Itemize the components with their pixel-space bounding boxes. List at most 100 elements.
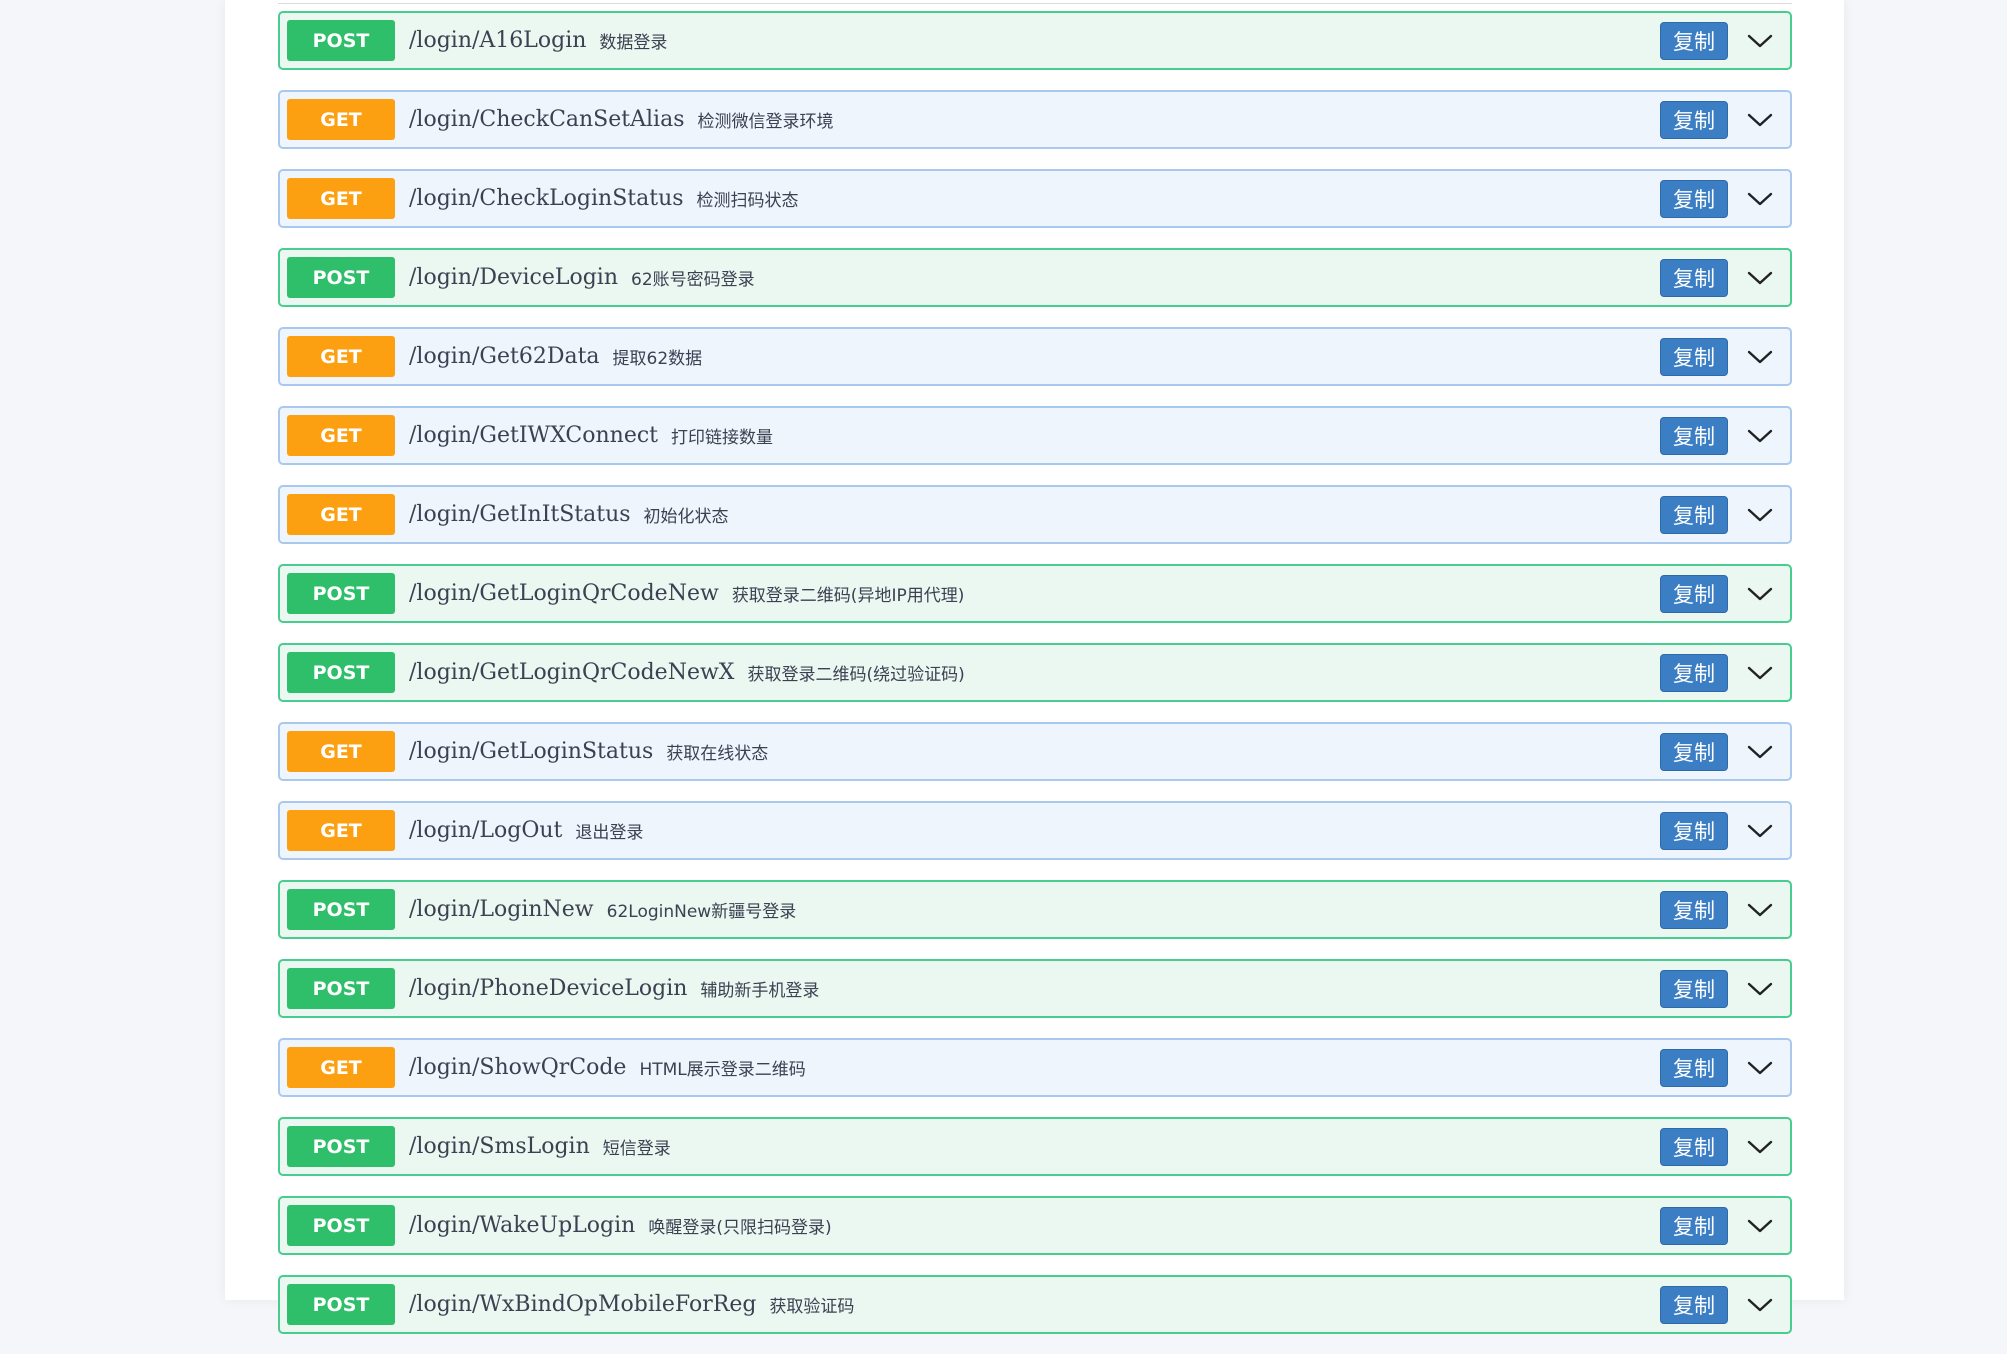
operation-row-checkloginstatus[interactable]: GET/login/CheckLoginStatus 检测扫码状态 复制 <box>278 169 1792 228</box>
operation-row-smslogin[interactable]: POST/login/SmsLogin 短信登录 复制 <box>278 1117 1792 1176</box>
endpoint-path[interactable]: /login/PhoneDeviceLogin <box>409 976 687 1001</box>
operation-row-a16login[interactable]: POST/login/A16Login 数据登录 复制 <box>278 11 1792 70</box>
section-divider <box>278 3 1792 4</box>
chevron-down-icon[interactable] <box>1740 179 1780 219</box>
operation-row-loginnew[interactable]: POST/login/LoginNew 62LoginNew新疆号登录 复制 <box>278 880 1792 939</box>
copy-button[interactable]: 复制 <box>1660 1285 1728 1324</box>
operation-row-phonedevicelogin[interactable]: POST/login/PhoneDeviceLogin 辅助新手机登录 复制 <box>278 959 1792 1018</box>
endpoint-path[interactable]: /login/WakeUpLogin <box>409 1213 635 1238</box>
chevron-down-icon[interactable] <box>1740 890 1780 930</box>
chevron-down-icon[interactable] <box>1740 416 1780 456</box>
endpoint-path[interactable]: /login/LoginNew <box>409 897 594 922</box>
copy-button[interactable]: 复制 <box>1660 258 1728 297</box>
http-method-badge: GET <box>287 731 395 772</box>
endpoint-summary: 62账号密码登录 <box>631 270 755 290</box>
endpoint-path[interactable]: /login/SmsLogin <box>409 1134 590 1159</box>
http-method-badge: GET <box>287 1047 395 1088</box>
copy-button[interactable]: 复制 <box>1660 100 1728 139</box>
copy-button[interactable]: 复制 <box>1660 179 1728 218</box>
endpoint-path[interactable]: /login/GetInItStatus <box>409 502 631 527</box>
endpoint-summary: 62LoginNew新疆号登录 <box>606 902 797 922</box>
endpoint-summary: 退出登录 <box>575 823 644 843</box>
http-method-badge: POST <box>287 1126 395 1167</box>
endpoint-path[interactable]: /login/DeviceLogin <box>409 265 618 290</box>
endpoint-summary: HTML展示登录二维码 <box>639 1060 806 1080</box>
http-method-badge: POST <box>287 1284 395 1325</box>
endpoint-path[interactable]: /login/GetIWXConnect <box>409 423 658 448</box>
operation-row-getiwxconnect[interactable]: GET/login/GetIWXConnect 打印链接数量 复制 <box>278 406 1792 465</box>
chevron-down-icon[interactable] <box>1740 100 1780 140</box>
endpoint-summary: 打印链接数量 <box>671 428 774 448</box>
copy-button[interactable]: 复制 <box>1660 811 1728 850</box>
endpoint-summary: 数据登录 <box>599 33 668 53</box>
operation-row-wxbindopmobileforreg[interactable]: POST/login/WxBindOpMobileForReg 获取验证码 复制 <box>278 1275 1792 1334</box>
chevron-down-icon[interactable] <box>1740 337 1780 377</box>
copy-button[interactable]: 复制 <box>1660 1206 1728 1245</box>
endpoint-path[interactable]: /login/GetLoginQrCodeNew <box>409 581 719 606</box>
operation-row-checkcansetalias[interactable]: GET/login/CheckCanSetAlias 检测微信登录环境 复制 <box>278 90 1792 149</box>
chevron-down-icon[interactable] <box>1740 969 1780 1009</box>
copy-button[interactable]: 复制 <box>1660 416 1728 455</box>
http-method-badge: POST <box>287 20 395 61</box>
copy-button[interactable]: 复制 <box>1660 21 1728 60</box>
copy-button[interactable]: 复制 <box>1660 732 1728 771</box>
copy-button[interactable]: 复制 <box>1660 890 1728 929</box>
endpoint-path[interactable]: /login/CheckLoginStatus <box>409 186 684 211</box>
copy-button[interactable]: 复制 <box>1660 1127 1728 1166</box>
endpoint-summary: 检测扫码状态 <box>696 191 799 211</box>
operation-row-showqrcode[interactable]: GET/login/ShowQrCode HTML展示登录二维码 复制 <box>278 1038 1792 1097</box>
chevron-down-icon[interactable] <box>1740 1127 1780 1167</box>
endpoint-path[interactable]: /login/ShowQrCode <box>409 1055 626 1080</box>
http-method-badge: POST <box>287 889 395 930</box>
chevron-down-icon[interactable] <box>1740 574 1780 614</box>
http-method-badge: GET <box>287 810 395 851</box>
endpoint-summary: 获取在线状态 <box>666 744 769 764</box>
operation-row-devicelogin[interactable]: POST/login/DeviceLogin 62账号密码登录 复制 <box>278 248 1792 307</box>
operation-row-getloginqrcodenew[interactable]: POST/login/GetLoginQrCodeNew 获取登录二维码(异地IP… <box>278 564 1792 623</box>
http-method-badge: POST <box>287 652 395 693</box>
copy-button[interactable]: 复制 <box>1660 653 1728 692</box>
http-method-badge: GET <box>287 494 395 535</box>
copy-button[interactable]: 复制 <box>1660 1048 1728 1087</box>
operations-list: POST/login/A16Login 数据登录 复制 GET/login/Check… <box>278 11 1792 1354</box>
chevron-down-icon[interactable] <box>1740 258 1780 298</box>
chevron-down-icon[interactable] <box>1740 653 1780 693</box>
copy-button[interactable]: 复制 <box>1660 574 1728 613</box>
operation-row-wakeuplogin[interactable]: POST/login/WakeUpLogin 唤醒登录(只限扫码登录) 复制 <box>278 1196 1792 1255</box>
endpoint-path[interactable]: /login/GetLoginStatus <box>409 739 653 764</box>
endpoint-summary: 获取登录二维码(绕过验证码) <box>747 665 965 685</box>
endpoint-path[interactable]: /login/LogOut <box>409 818 562 843</box>
endpoint-path[interactable]: /login/WxBindOpMobileForReg <box>409 1292 756 1317</box>
endpoint-summary: 初始化状态 <box>643 507 729 527</box>
endpoint-summary: 唤醒登录(只限扫码登录) <box>648 1218 832 1238</box>
http-method-badge: POST <box>287 573 395 614</box>
endpoint-path[interactable]: /login/CheckCanSetAlias <box>409 107 684 132</box>
chevron-down-icon[interactable] <box>1740 1285 1780 1325</box>
endpoint-path[interactable]: /login/A16Login <box>409 28 586 53</box>
chevron-down-icon[interactable] <box>1740 495 1780 535</box>
endpoint-summary: 短信登录 <box>602 1139 671 1159</box>
chevron-down-icon[interactable] <box>1740 21 1780 61</box>
operation-row-getloginstatus[interactable]: GET/login/GetLoginStatus 获取在线状态 复制 <box>278 722 1792 781</box>
http-method-badge: POST <box>287 257 395 298</box>
endpoint-summary: 检测微信登录环境 <box>697 112 834 132</box>
chevron-down-icon[interactable] <box>1740 1048 1780 1088</box>
operation-row-getinitstatus[interactable]: GET/login/GetInItStatus 初始化状态 复制 <box>278 485 1792 544</box>
chevron-down-icon[interactable] <box>1740 1206 1780 1246</box>
chevron-down-icon[interactable] <box>1740 811 1780 851</box>
copy-button[interactable]: 复制 <box>1660 969 1728 1008</box>
endpoint-summary: 辅助新手机登录 <box>700 981 820 1001</box>
chevron-down-icon[interactable] <box>1740 732 1780 772</box>
operation-row-get62data[interactable]: GET/login/Get62Data 提取62数据 复制 <box>278 327 1792 386</box>
http-method-badge: GET <box>287 178 395 219</box>
copy-button[interactable]: 复制 <box>1660 337 1728 376</box>
http-method-badge: POST <box>287 968 395 1009</box>
endpoint-summary: 提取62数据 <box>612 349 703 369</box>
api-operations-panel: POST/login/A16Login 数据登录 复制 GET/login/Check… <box>225 0 1844 1334</box>
endpoint-summary: 获取验证码 <box>769 1297 855 1317</box>
endpoint-path[interactable]: /login/GetLoginQrCodeNewX <box>409 660 734 685</box>
endpoint-path[interactable]: /login/Get62Data <box>409 344 600 369</box>
operation-row-getloginqrcodenewx[interactable]: POST/login/GetLoginQrCodeNewX 获取登录二维码(绕过验… <box>278 643 1792 702</box>
copy-button[interactable]: 复制 <box>1660 495 1728 534</box>
operation-row-logout[interactable]: GET/login/LogOut 退出登录 复制 <box>278 801 1792 860</box>
